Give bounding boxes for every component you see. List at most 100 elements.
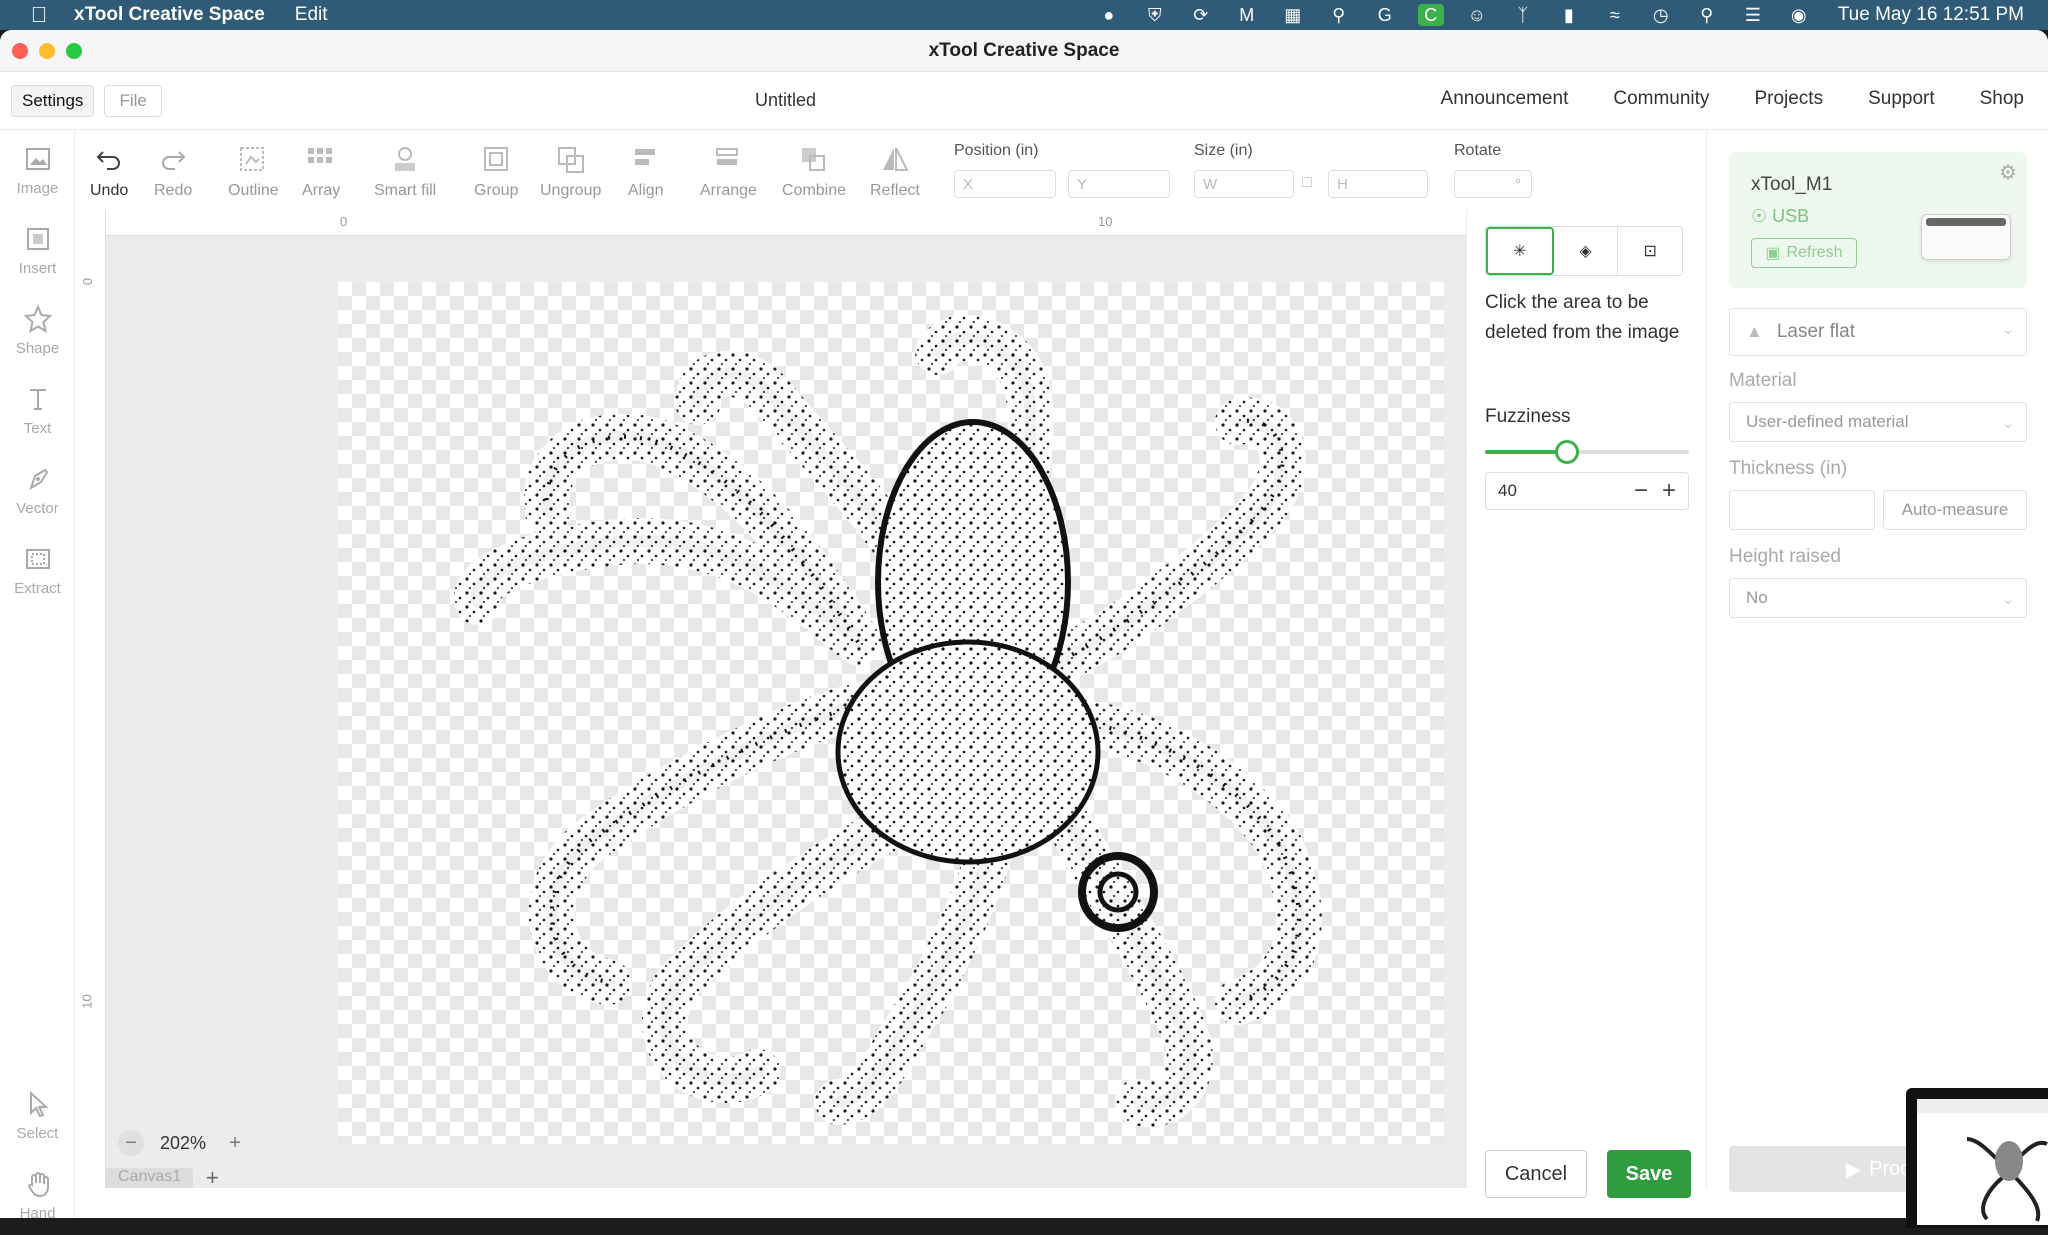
cancel-button[interactable]: Cancel: [1485, 1150, 1587, 1198]
material-label: Material: [1729, 370, 1797, 391]
ungroup-button[interactable]: Ungroup: [540, 144, 601, 200]
fuzziness-slider-handle[interactable]: [1554, 440, 1579, 464]
save-button[interactable]: Save: [1607, 1150, 1691, 1198]
bluetooth-icon[interactable]: ᛉ: [1510, 4, 1536, 26]
nav-support[interactable]: Support: [1868, 88, 1935, 110]
h-ruler-ten: 10: [1098, 214, 1113, 229]
device-card[interactable]: xTool_M1 ☉ USB ▣ Refresh ⚙: [1729, 152, 2027, 288]
shield-icon[interactable]: ⛨: [1142, 4, 1168, 26]
combine-button[interactable]: Combine: [782, 144, 846, 200]
tool-shape[interactable]: Shape: [0, 290, 75, 370]
document-title[interactable]: Untitled: [755, 90, 816, 111]
auto-measure-button[interactable]: Auto-measure: [1883, 490, 2027, 530]
size-label: Size (in): [1194, 142, 1253, 159]
siri-icon[interactable]: ◉: [1786, 4, 1812, 26]
c-app-icon[interactable]: C: [1417, 4, 1444, 26]
spotlight-icon[interactable]: ⚲: [1326, 4, 1352, 26]
ungroup-label: Ungroup: [540, 182, 602, 199]
tool-vector[interactable]: Vector: [0, 450, 75, 530]
hand-icon: [27, 1171, 49, 1197]
wifi-icon[interactable]: ≈: [1602, 4, 1628, 26]
undo-button[interactable]: Undo: [90, 144, 128, 200]
usb-icon: ☉: [1751, 206, 1768, 226]
sync-icon[interactable]: ⟳: [1188, 4, 1214, 26]
tool-hand[interactable]: Hand: [0, 1155, 75, 1235]
group-button[interactable]: Group: [474, 144, 518, 200]
zoom-out-button[interactable]: −: [118, 1130, 144, 1156]
search-icon[interactable]: ⚲: [1694, 4, 1720, 26]
canvas-tab[interactable]: Canvas1: [106, 1168, 194, 1188]
increment-button[interactable]: +: [1662, 477, 1676, 505]
tool-image[interactable]: Image: [0, 130, 75, 210]
chevron-down-icon: ⌄: [2002, 591, 2014, 607]
lock-ratio-icon[interactable]: □: [1302, 174, 1312, 192]
redo-label: Redo: [154, 182, 193, 199]
refresh-label: Refresh: [1786, 244, 1843, 261]
erase-panel: ✳ ◈ ⊡ Click the area to be deleted from …: [1466, 210, 1706, 1198]
tool-text[interactable]: Text: [0, 370, 75, 450]
menubar-edit[interactable]: Edit: [295, 4, 328, 26]
apple-icon[interactable]: : [24, 2, 54, 28]
height-raised-select[interactable]: No ⌄: [1729, 578, 2027, 618]
tool-extract[interactable]: Extract: [0, 530, 75, 610]
fuzziness-slider[interactable]: [1485, 440, 1689, 464]
refresh-button[interactable]: ▣ Refresh: [1751, 238, 1857, 268]
file-button[interactable]: File: [104, 84, 162, 117]
decrement-button[interactable]: −: [1634, 477, 1648, 505]
rotate-input[interactable]: °: [1454, 170, 1532, 198]
display-icon[interactable]: ▦: [1280, 4, 1306, 26]
camera-icon: ▣: [1765, 245, 1781, 262]
array-button[interactable]: Array: [302, 144, 340, 200]
redo-button[interactable]: Redo: [154, 144, 192, 200]
smiley-icon[interactable]: ☺: [1464, 4, 1490, 26]
material-value: User-defined material: [1746, 412, 1909, 431]
m-app-icon[interactable]: M: [1234, 4, 1260, 26]
magic-wand-tab[interactable]: ✳: [1486, 227, 1554, 275]
eraser-tab[interactable]: ◈: [1554, 227, 1619, 275]
position-x-input[interactable]: X: [954, 170, 1056, 198]
nav-announcement[interactable]: Announcement: [1441, 88, 1569, 110]
grammar-icon[interactable]: G: [1372, 4, 1398, 26]
record-icon[interactable]: ●: [1096, 4, 1122, 26]
add-canvas-button[interactable]: +: [206, 1165, 219, 1191]
nav-community[interactable]: Community: [1613, 88, 1709, 110]
nav-shop[interactable]: Shop: [1980, 88, 2024, 110]
smart-fill-button[interactable]: Smart fill: [374, 144, 436, 200]
battery-icon[interactable]: ▮: [1556, 4, 1582, 26]
tool-select[interactable]: Select: [0, 1075, 75, 1155]
settings-button[interactable]: Settings: [11, 84, 95, 117]
arrange-button[interactable]: Arrange: [700, 144, 757, 200]
menubar-app-name[interactable]: xTool Creative Space: [74, 4, 265, 26]
mode-select[interactable]: ▲ Laser flat ⌄: [1729, 308, 2027, 356]
gear-icon[interactable]: ⚙: [1999, 160, 2019, 184]
crop-tab[interactable]: ⊡: [1618, 227, 1682, 275]
reflect-button[interactable]: Reflect: [870, 144, 920, 200]
tool-insert[interactable]: Insert: [0, 210, 75, 290]
fuzziness-stepper[interactable]: 40 − +: [1485, 472, 1689, 510]
material-select[interactable]: User-defined material ⌄: [1729, 402, 2027, 442]
menubar-clock[interactable]: Tue May 16 12:51 PM: [1838, 4, 2024, 26]
thickness-input[interactable]: [1729, 490, 1875, 530]
eraser-icon: ◈: [1579, 243, 1592, 260]
zoom-level[interactable]: 202%: [160, 1133, 206, 1154]
size-w-input[interactable]: W: [1194, 170, 1294, 198]
align-button[interactable]: Align: [628, 144, 664, 200]
fuzziness-value[interactable]: 40: [1498, 481, 1517, 501]
image-board[interactable]: [338, 282, 1444, 1144]
redo-icon: [162, 151, 186, 170]
time-machine-icon[interactable]: ◷: [1648, 4, 1674, 26]
nav-projects[interactable]: Projects: [1754, 88, 1823, 110]
size-h-input[interactable]: H: [1328, 170, 1428, 198]
screenshot-thumbnail[interactable]: [1906, 1088, 2048, 1228]
zoom-in-button[interactable]: +: [222, 1130, 248, 1156]
reflect-icon: [882, 147, 909, 171]
outline-button[interactable]: Outline: [228, 144, 279, 200]
array-label: Array: [302, 182, 341, 199]
octopus-image[interactable]: [338, 282, 1444, 1144]
canvas-area[interactable]: 0 10 0 10 − 202% + Canvas1 +: [76, 210, 1466, 1191]
zoom-controls: − 202% +: [118, 1130, 248, 1156]
outline-label: Outline: [228, 182, 279, 199]
device-name[interactable]: xTool_M1: [1751, 174, 1832, 196]
control-center-icon[interactable]: ☰: [1740, 4, 1766, 26]
position-y-input[interactable]: Y: [1068, 170, 1170, 198]
